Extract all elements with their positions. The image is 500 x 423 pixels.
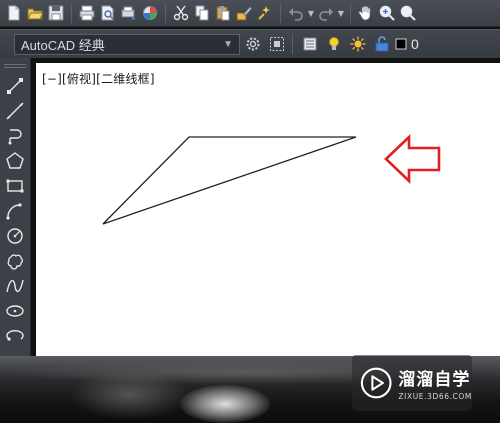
current-layer-name: 0 — [411, 36, 419, 52]
undo-dropdown-icon[interactable]: ▼ — [307, 2, 315, 24]
workspace-settings-gear-icon[interactable] — [242, 33, 264, 55]
toolbar-grip[interactable] — [4, 64, 26, 68]
chevron-down-icon: ▼ — [223, 38, 233, 50]
rectangle-tool-icon[interactable] — [3, 174, 27, 198]
new-file-icon[interactable] — [4, 2, 24, 24]
blur-glow — [70, 370, 190, 420]
open-folder-icon[interactable] — [25, 2, 45, 24]
draw-toolbar — [0, 58, 31, 358]
layer-color-swatch-icon — [395, 33, 407, 55]
layer-on-bulb-icon[interactable] — [323, 33, 345, 55]
watermark: 溜溜自学 ZIXUE.3D66.COM — [352, 355, 472, 411]
drawing-geometry — [102, 133, 441, 225]
match-properties-icon[interactable] — [234, 2, 254, 24]
polygon-tool-icon[interactable] — [3, 149, 27, 173]
workspace-toolbar: AutoCAD 经典 ▼ 0 — [0, 29, 500, 58]
undo-icon[interactable] — [286, 2, 306, 24]
pan-hand-icon[interactable] — [356, 2, 376, 24]
spline-tool-icon[interactable] — [3, 274, 27, 298]
arc-tool-icon[interactable] — [3, 199, 27, 223]
watermark-logo-icon — [360, 367, 392, 399]
construction-line-icon[interactable] — [3, 99, 27, 123]
triangle-shape[interactable] — [102, 136, 357, 225]
workspace-name: AutoCAD 经典 — [21, 37, 105, 53]
block-editor-icon[interactable] — [255, 2, 275, 24]
layer-properties-icon[interactable] — [299, 33, 321, 55]
toolbar-separator — [280, 3, 281, 23]
copy-icon[interactable] — [192, 2, 212, 24]
ellipse-tool-icon[interactable] — [3, 299, 27, 323]
toolbar-separator — [165, 3, 166, 23]
save-icon[interactable] — [46, 2, 66, 24]
publish-icon[interactable] — [119, 2, 139, 24]
3d-dwf-icon[interactable] — [140, 2, 160, 24]
watermark-title: 溜溜自学 — [398, 370, 471, 390]
watermark-subtitle: ZIXUE.3D66.COM — [398, 392, 472, 401]
workspace-dropdown[interactable]: AutoCAD 经典 ▼ — [14, 33, 240, 55]
revision-cloud-icon[interactable] — [3, 249, 27, 273]
layer-thaw-sun-icon[interactable] — [347, 33, 369, 55]
zoom-realtime-icon[interactable] — [377, 2, 397, 24]
print-icon[interactable] — [77, 2, 97, 24]
circle-tool-icon[interactable] — [3, 224, 27, 248]
polyline-tool-icon[interactable] — [3, 124, 27, 148]
red-arrow-indicator — [384, 133, 441, 185]
drawing-area[interactable]: [−][俯视][二维线框] — [36, 63, 500, 360]
toolbar-separator — [292, 34, 293, 54]
layer-lock-icon[interactable] — [371, 33, 393, 55]
redo-icon[interactable] — [316, 2, 336, 24]
toolbar-separator — [71, 3, 72, 23]
redo-dropdown-icon[interactable]: ▼ — [337, 2, 345, 24]
line-tool-icon[interactable] — [3, 74, 27, 98]
plot-preview-icon[interactable] — [98, 2, 118, 24]
paste-icon[interactable] — [213, 2, 233, 24]
ellipse-arc-tool-icon[interactable] — [3, 324, 27, 348]
autocad-window: ▼ ▼ AutoCAD 经典 ▼ 0 [−][俯视][二维线框] 溜溜自学 ZI… — [0, 0, 500, 423]
blur-glow — [180, 385, 270, 423]
toolbar-separator — [350, 3, 351, 23]
workspace-toggle-icon[interactable] — [266, 33, 288, 55]
standard-toolbar: ▼ ▼ — [0, 0, 500, 27]
cut-icon[interactable] — [171, 2, 191, 24]
zoom-window-icon[interactable] — [398, 2, 418, 24]
